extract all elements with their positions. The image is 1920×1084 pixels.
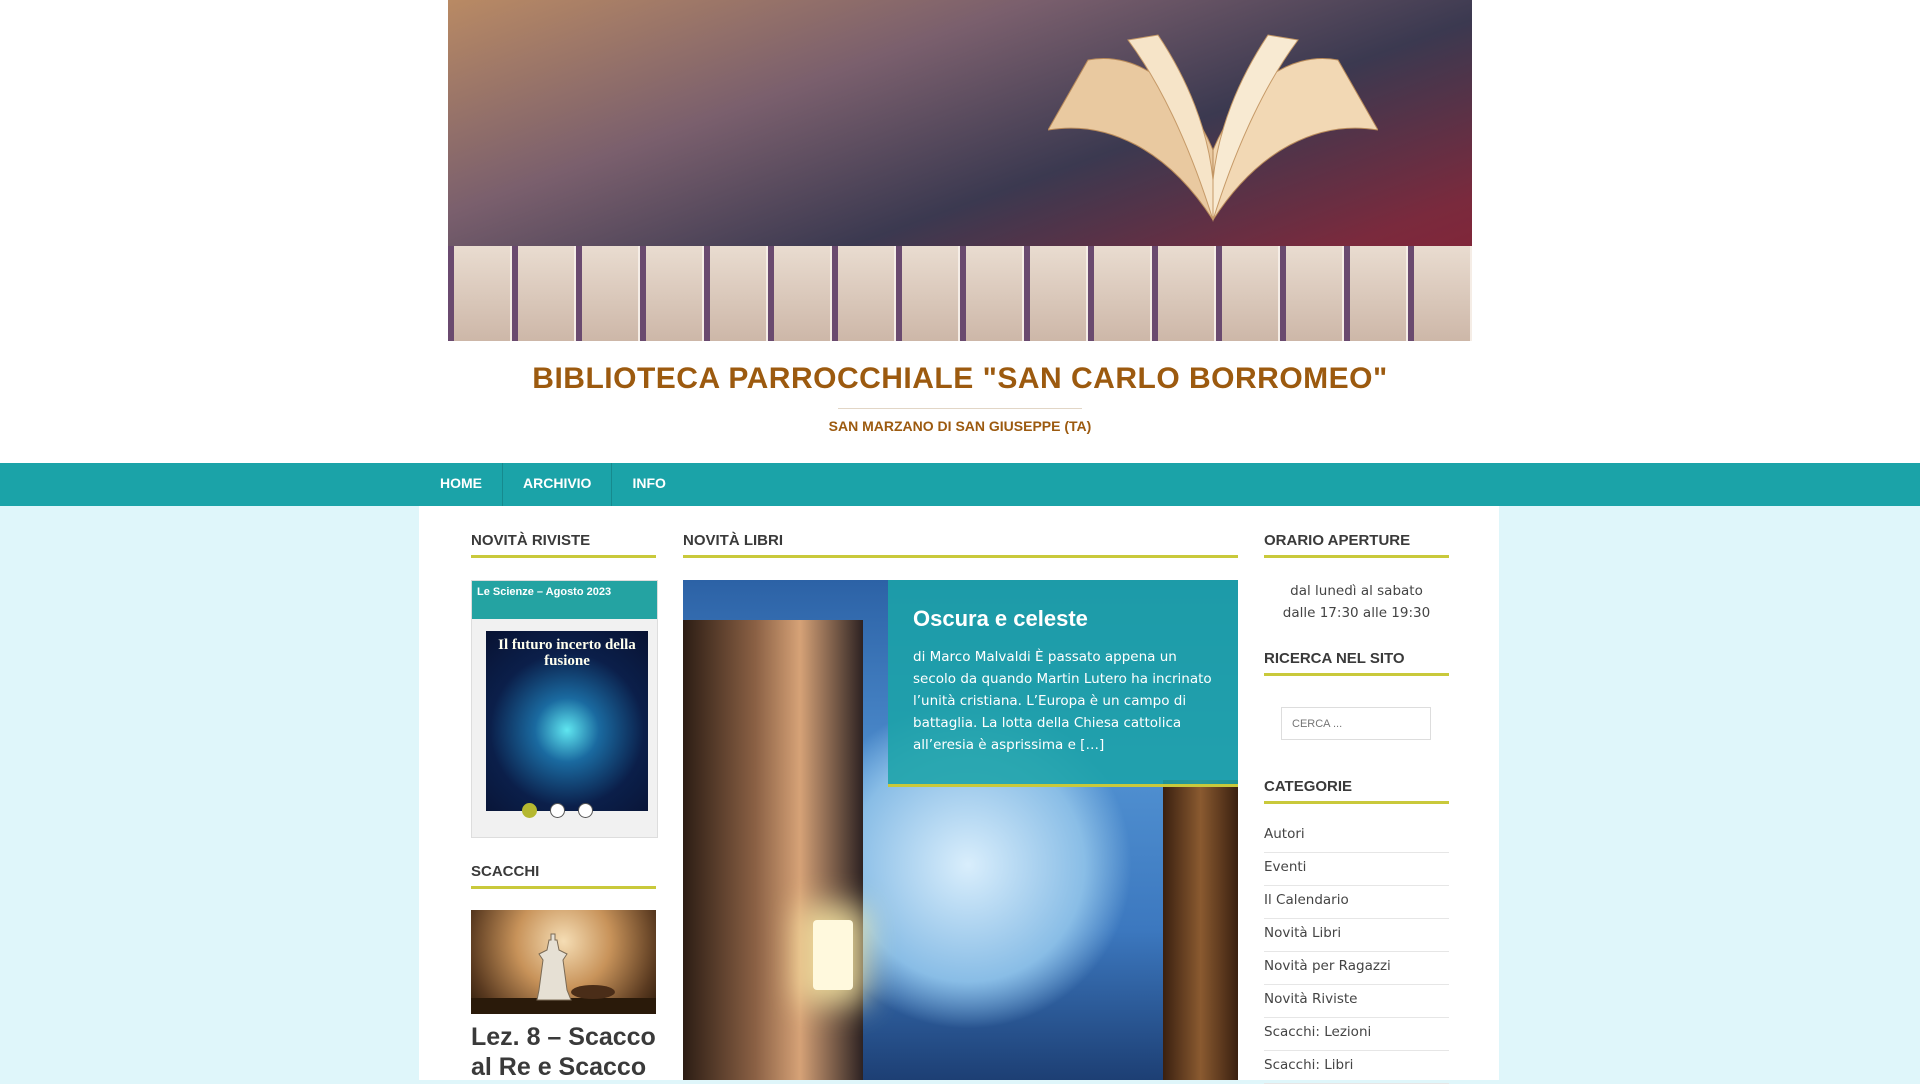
widget-title-ricerca: RICERCA NEL SITO — [1264, 650, 1449, 676]
slider-dot-2[interactable] — [550, 803, 565, 818]
category-link-calendario[interactable]: Il Calendario — [1264, 886, 1449, 919]
magazine-slider[interactable]: Le Scienze – Agosto 2023 Il futuro incer… — [471, 580, 658, 838]
main-navigation: HOME ARCHIVIO INFO — [0, 463, 1920, 506]
chess-king-icon — [471, 933, 656, 1014]
widget-title-orario: ORARIO APERTURE — [1264, 532, 1449, 558]
featured-post-excerpt: di Marco Malvaldi È passato appena un se… — [913, 649, 1212, 753]
title-divider — [838, 408, 1082, 409]
category-link-eventi[interactable]: Eventi — [1264, 853, 1449, 886]
category-link-scacchi-libri[interactable]: Scacchi: Libri — [1264, 1051, 1449, 1084]
category-link-autori[interactable]: Autori — [1264, 820, 1449, 853]
magazine-caption[interactable]: Le Scienze – Agosto 2023 — [477, 586, 611, 598]
site-title[interactable]: BIBLIOTECA PARROCCHIALE "SAN CARLO BORRO… — [448, 362, 1472, 396]
category-link-novita-ragazzi[interactable]: Novità per Ragazzi — [1264, 952, 1449, 985]
featured-post-title[interactable]: Oscura e celeste — [913, 606, 1223, 632]
slider-pagination — [522, 803, 593, 818]
feature-image-candle — [813, 920, 853, 990]
category-link-scacchi-lezioni[interactable]: Scacchi: Lezioni — [1264, 1018, 1449, 1051]
hours-days: dal lunedì al sabato — [1290, 583, 1423, 599]
site-description: SAN MARZANO DI SAN GIUSEPPE (TA) — [828, 418, 1092, 434]
category-link-novita-riviste[interactable]: Novità Riviste — [1264, 985, 1449, 1018]
opening-hours: dal lunedì al sabato dalle 17:30 alle 19… — [1264, 580, 1449, 624]
widget-title-scacchi: SCACCHI — [471, 863, 656, 889]
slider-dot-3[interactable] — [578, 803, 593, 818]
chess-post-image[interactable] — [471, 910, 656, 1014]
nav-item-archivio[interactable]: ARCHIVIO — [503, 463, 613, 506]
categories-list: Autori Eventi Il Calendario Novità Libri… — [1264, 820, 1449, 1084]
feature-image-telescope — [1163, 780, 1238, 1080]
chess-post-title[interactable]: Lez. 8 – Scacco al Re e Scacco — [471, 1022, 656, 1082]
slider-dot-1[interactable] — [522, 803, 537, 818]
featured-post-overlay: Oscura e celeste di Marco Malvaldi È pas… — [888, 580, 1238, 787]
widget-title-categorie: CATEGORIE — [1264, 778, 1449, 804]
feature-image-figure — [683, 620, 863, 1080]
nav-item-info[interactable]: INFO — [612, 463, 685, 506]
widget-title-libri: NOVITÀ LIBRI — [683, 532, 1238, 558]
header-banner-image[interactable] — [448, 0, 1472, 341]
search-input[interactable] — [1281, 707, 1431, 740]
category-link-novita-libri[interactable]: Novità Libri — [1264, 919, 1449, 952]
nav-item-home[interactable]: HOME — [420, 463, 503, 506]
open-book-illustration — [1048, 34, 1378, 222]
book-shelf-row — [448, 246, 1472, 341]
hours-times: dalle 17:30 alle 19:30 — [1282, 605, 1431, 621]
widget-title-riviste: NOVITÀ RIVISTE — [471, 532, 656, 558]
magazine-headline: Il futuro incerto della fusione — [498, 637, 636, 669]
